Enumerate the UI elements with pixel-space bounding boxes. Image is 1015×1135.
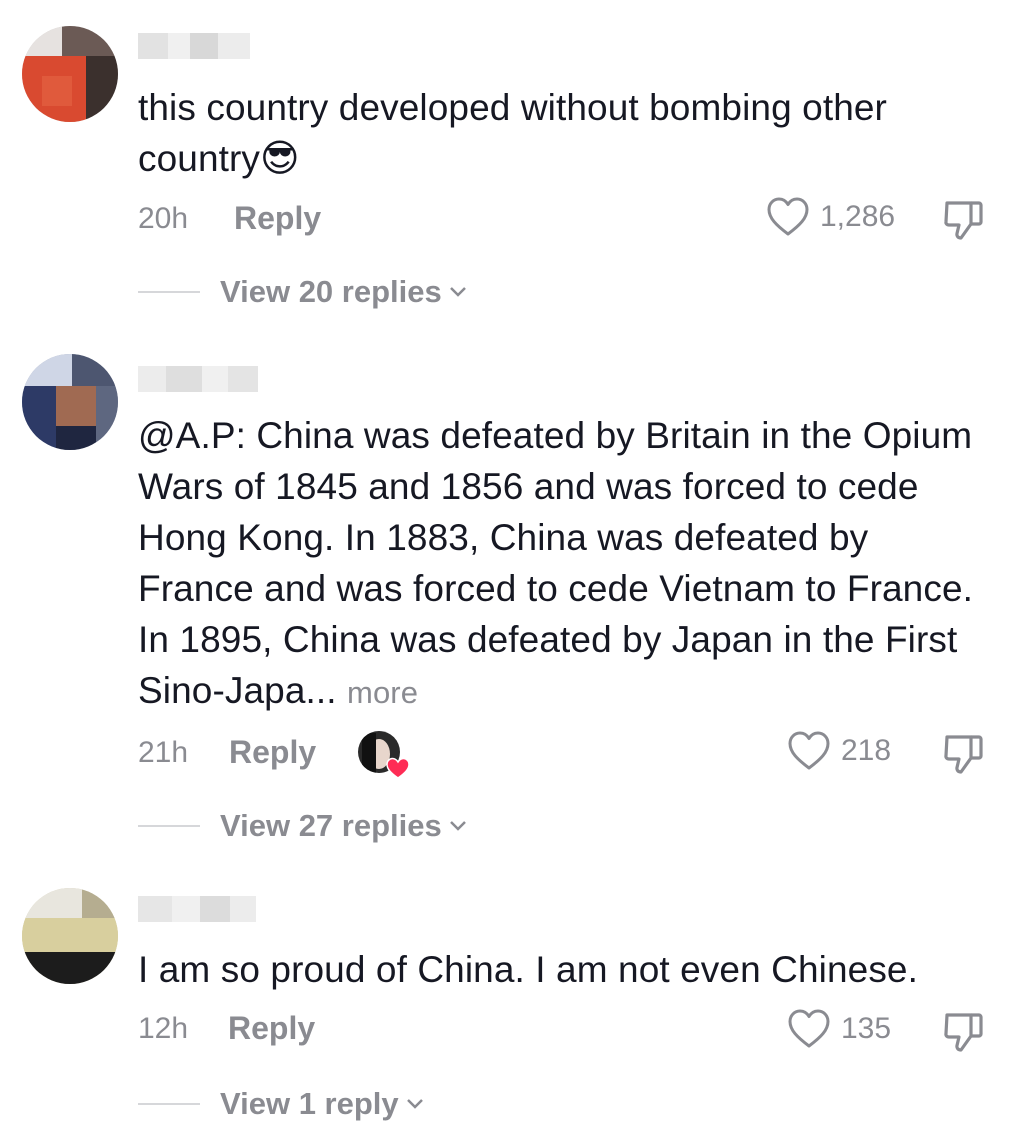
dislike-icon[interactable] bbox=[941, 1010, 985, 1054]
username-blurred[interactable] bbox=[138, 33, 250, 59]
dislike-icon[interactable] bbox=[941, 198, 985, 242]
comment-body: @A.P: China was defeated by Britain in t… bbox=[138, 415, 974, 711]
comment-body: I am so proud of China. I am not even Ch… bbox=[138, 949, 918, 990]
like-button[interactable]: 1,286 bbox=[766, 196, 895, 238]
more-link[interactable]: more bbox=[347, 675, 418, 710]
heart-outline-icon bbox=[788, 1009, 830, 1048]
creator-heart-icon bbox=[386, 757, 410, 779]
comment-timestamp: 12h bbox=[138, 1012, 189, 1045]
like-count: 1,286 bbox=[820, 200, 896, 233]
creator-liked-badge bbox=[358, 731, 410, 779]
like-count: 218 bbox=[841, 734, 892, 767]
reply-button[interactable]: Reply bbox=[228, 1010, 315, 1047]
like-button[interactable]: 218 bbox=[787, 730, 891, 772]
chevron-down-icon bbox=[449, 821, 466, 831]
avatar[interactable] bbox=[22, 354, 118, 450]
view-replies-label: View 1 reply bbox=[220, 1086, 399, 1121]
view-replies-button[interactable]: View 27 replies bbox=[138, 808, 468, 844]
comment-body: this country developed without bombing o… bbox=[138, 87, 887, 179]
heart-outline-icon bbox=[767, 197, 809, 236]
view-replies-button[interactable]: View 1 reply bbox=[138, 1086, 425, 1122]
reply-button[interactable]: Reply bbox=[229, 734, 316, 771]
divider-line bbox=[138, 291, 200, 293]
comment-text: @A.P: China was defeated by Britain in t… bbox=[138, 410, 988, 718]
comment-timestamp: 20h bbox=[138, 202, 189, 235]
view-replies-label: View 27 replies bbox=[220, 808, 442, 843]
comment-timestamp: 21h bbox=[138, 736, 189, 769]
username-blurred[interactable] bbox=[138, 366, 258, 392]
dislike-icon[interactable] bbox=[941, 732, 985, 776]
username-blurred[interactable] bbox=[138, 896, 256, 922]
heart-outline-icon bbox=[788, 731, 830, 770]
view-replies-label: View 20 replies bbox=[220, 274, 442, 309]
avatar[interactable] bbox=[22, 26, 118, 122]
sunglasses-emoji: 😎 bbox=[260, 138, 300, 180]
chevron-down-icon bbox=[406, 1099, 423, 1109]
divider-line bbox=[138, 1103, 200, 1105]
reply-button[interactable]: Reply bbox=[234, 200, 321, 237]
view-replies-button[interactable]: View 20 replies bbox=[138, 274, 468, 310]
comment-text: this country developed without bombing o… bbox=[138, 82, 988, 185]
avatar[interactable] bbox=[22, 888, 118, 984]
like-count: 135 bbox=[841, 1012, 892, 1045]
divider-line bbox=[138, 825, 200, 827]
comment-text: I am so proud of China. I am not even Ch… bbox=[138, 944, 988, 995]
like-button[interactable]: 135 bbox=[787, 1008, 891, 1050]
chevron-down-icon bbox=[449, 287, 466, 297]
